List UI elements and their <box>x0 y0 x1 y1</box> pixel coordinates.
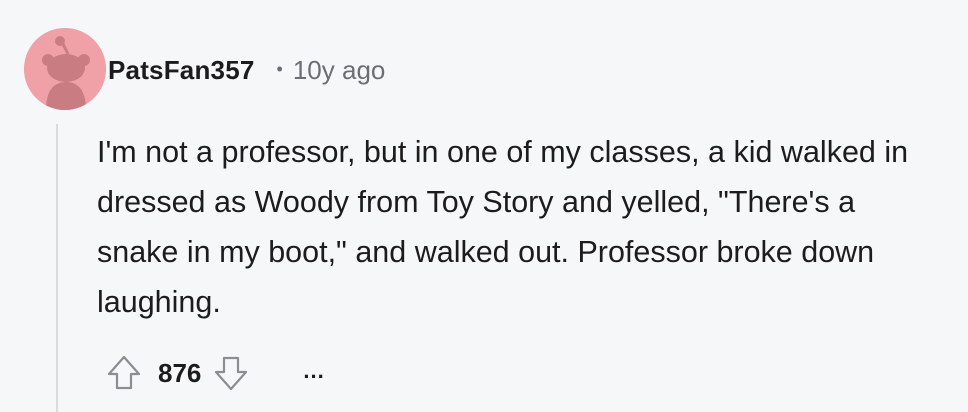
upvote-button[interactable] <box>104 353 144 393</box>
thread-line[interactable] <box>56 124 58 412</box>
avatar[interactable] <box>24 28 106 110</box>
vote-score: 876 <box>158 357 202 388</box>
more-options-button[interactable]: ... <box>303 358 324 384</box>
meta-separator: • <box>276 58 283 79</box>
comment-meta: PatsFan357 • 10y ago <box>108 52 385 88</box>
username-link[interactable]: PatsFan357 <box>108 55 255 86</box>
arrow-up-outline-icon <box>107 355 141 390</box>
arrow-down-outline-icon <box>215 356 248 391</box>
comment-body: I'm not a professor, but in one of my cl… <box>97 135 909 319</box>
timestamp[interactable]: 10y ago <box>293 55 386 86</box>
comment: PatsFan357 • 10y ago I'm not a professor… <box>0 0 968 412</box>
snoo-avatar-icon <box>24 28 106 110</box>
downvote-button[interactable] <box>211 353 251 393</box>
comment-actions: 876 ... <box>104 350 325 396</box>
